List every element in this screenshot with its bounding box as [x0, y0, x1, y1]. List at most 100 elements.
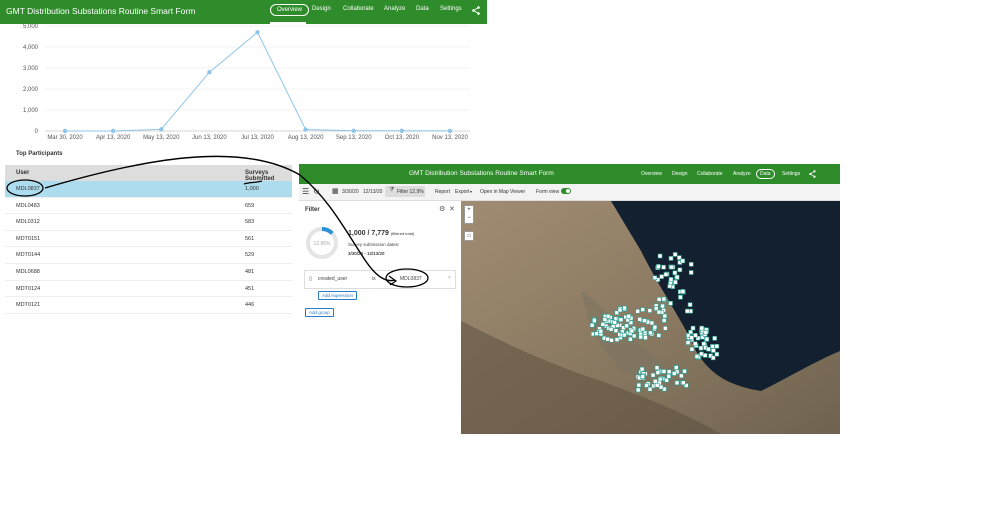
y-tick-label: 2,000	[23, 87, 39, 93]
chart-grid	[45, 25, 470, 132]
table-row[interactable]: MDT0124 451	[5, 280, 292, 298]
table-row[interactable]: MDL0837 1,000	[5, 181, 292, 198]
zoom-out-button[interactable]: −	[465, 214, 473, 222]
table-row[interactable]: MDT0144 529	[5, 247, 292, 264]
survey-marker	[663, 272, 669, 277]
zoom-controls: + −	[464, 205, 474, 224]
operator-select[interactable]: is	[372, 276, 376, 282]
survey-marker	[609, 337, 614, 343]
survey-marker	[678, 294, 683, 300]
survey-marker	[673, 365, 679, 370]
survey-marker	[647, 386, 653, 392]
zoom-in-button[interactable]: +	[465, 206, 473, 214]
survey-marker	[704, 336, 710, 342]
survey-marker	[688, 262, 694, 267]
survey-marker	[699, 325, 705, 331]
survey-marker	[682, 368, 687, 374]
data-point	[399, 128, 405, 133]
filter-percent-gauge: 12.86%	[306, 227, 338, 259]
count-value: 1,000	[348, 230, 366, 237]
share-icon[interactable]	[472, 6, 480, 15]
export-button[interactable]: Export	[455, 189, 469, 195]
nav-data[interactable]: Data	[756, 169, 775, 179]
nav-overview[interactable]: Overview	[270, 4, 310, 16]
survey-marker	[656, 264, 661, 269]
add-expression-button[interactable]: Add expression	[318, 291, 358, 300]
survey-marker	[701, 341, 707, 347]
survey-marker	[702, 353, 708, 358]
field-icon: ▯	[309, 276, 312, 282]
close-icon[interactable]: ✕	[449, 205, 455, 213]
nav-collaborate[interactable]: Collaborate	[697, 171, 723, 177]
row-count: 1,000	[245, 186, 259, 192]
open-map-viewer-button[interactable]: Open in Map Viewer	[480, 189, 525, 195]
nav-data[interactable]: Data	[416, 6, 429, 12]
share-icon[interactable]	[809, 170, 816, 178]
table-row[interactable]: MDT0151 561	[5, 230, 292, 248]
nav-design[interactable]: Design	[312, 6, 331, 12]
nav-overview[interactable]: Overview	[641, 171, 662, 177]
survey-marker	[618, 317, 624, 323]
submission-date-range: 3/30/20 - 12/13/20	[348, 251, 385, 256]
nav-analyze[interactable]: Analyze	[384, 6, 405, 12]
value-input[interactable]: MDL0837	[400, 276, 422, 282]
filter-panel: Filter ⚙ ✕ 12.86% 1,000 / 7,779 (filtere…	[299, 201, 462, 434]
survey-marker	[677, 267, 683, 273]
report-button[interactable]: Report	[435, 189, 450, 195]
column-user[interactable]: User	[16, 170, 29, 176]
survey-marker	[652, 378, 658, 384]
settings-icon[interactable]: ⚙	[439, 205, 445, 213]
nav-settings[interactable]: Settings	[782, 171, 800, 177]
row-count: 583	[245, 219, 255, 226]
survey-marker	[640, 326, 646, 332]
nav-analyze[interactable]: Analyze	[733, 171, 751, 177]
survey-marker	[685, 308, 690, 314]
field-select[interactable]: created_user	[318, 276, 347, 282]
filter-button[interactable]: Filter 12.9%	[397, 189, 424, 195]
row-count: 529	[245, 252, 255, 259]
survey-marker	[649, 320, 655, 326]
nav-design[interactable]: Design	[672, 171, 688, 177]
survey-marker	[592, 318, 597, 324]
survey-marker	[679, 373, 684, 379]
data-point	[207, 70, 212, 75]
data-point	[159, 127, 164, 132]
table-row[interactable]: MDL0688 481	[5, 263, 292, 281]
survey-marker	[628, 336, 633, 342]
home-icon[interactable]: ⌂	[464, 231, 474, 241]
survey-marker	[666, 369, 672, 375]
survey-marker	[621, 332, 627, 338]
table-row[interactable]: MDT0121 446	[5, 297, 292, 314]
remove-expression-icon[interactable]: ×	[448, 275, 451, 281]
data-point	[447, 128, 453, 134]
calendar-icon[interactable]: ▦	[332, 187, 339, 195]
survey-marker	[600, 322, 606, 327]
table-row[interactable]: MDL0483 659	[5, 197, 292, 215]
row-user: MDL0837	[16, 186, 40, 192]
date-to[interactable]: 12/13/20	[363, 189, 382, 195]
app-title: GMT Distribution Substations Routine Sma…	[409, 170, 554, 177]
survey-marker	[693, 333, 698, 338]
nav-settings[interactable]: Settings	[440, 6, 462, 12]
submissions-line-chart: 5,000 4,000 3,000 2,000 1,000 0 Mar 30, 2020 A…	[23, 24, 470, 141]
refresh-icon[interactable]: ↻	[313, 187, 320, 196]
survey-marker	[672, 270, 678, 276]
section-header-bg	[5, 147, 480, 165]
map-view[interactable]: + − ⌂	[461, 201, 840, 434]
x-tick-label: Mar 30, 2020	[47, 135, 83, 141]
toggle-knob	[566, 189, 570, 193]
survey-marker	[661, 369, 667, 374]
survey-marker	[659, 274, 664, 279]
x-tick-label: Aug 13, 2020	[288, 135, 324, 141]
add-group-button[interactable]: Add group	[305, 308, 334, 317]
satellite-map	[461, 201, 840, 434]
nav-collaborate[interactable]: Collaborate	[343, 6, 374, 12]
survey-marker	[640, 374, 645, 379]
survey-marker	[674, 380, 680, 386]
survey-marker	[654, 382, 660, 388]
table-row[interactable]: MDL0312 583	[5, 214, 292, 231]
survey-marker	[687, 302, 693, 307]
date-from[interactable]: 3/30/20	[342, 189, 359, 195]
menu-icon[interactable]: ☰	[302, 187, 309, 196]
survey-marker	[657, 376, 663, 382]
